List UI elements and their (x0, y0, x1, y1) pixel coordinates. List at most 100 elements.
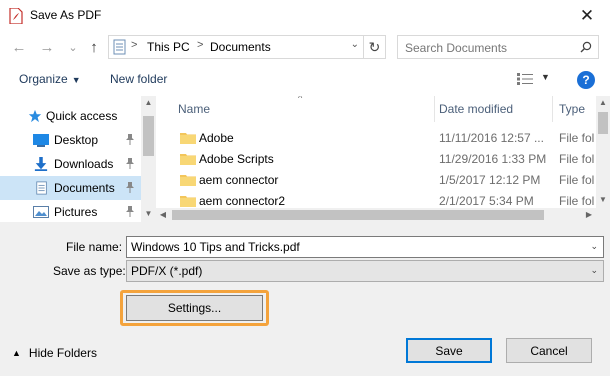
cancel-label: Cancel (530, 343, 568, 358)
scroll-down-icon[interactable]: ▼ (141, 209, 156, 218)
settings-label: Settings... (167, 301, 222, 315)
save-button[interactable]: Save (406, 338, 492, 363)
chevron-up-icon: ▲ (12, 348, 21, 358)
up-arrow-icon: ↑ (90, 38, 98, 56)
download-icon (34, 157, 48, 171)
refresh-button[interactable]: ↻ (364, 35, 386, 59)
address-bar[interactable]: > This PC > Documents ⌄ (108, 35, 364, 59)
scroll-up-icon[interactable]: ▲ (596, 98, 610, 107)
file-list-vertical-scrollbar[interactable]: ▲ ▼ (596, 96, 610, 222)
chevron-down-icon: ⌄ (68, 41, 78, 54)
column-header-label: Date modified (439, 102, 514, 116)
cancel-button[interactable]: Cancel (506, 338, 592, 363)
refresh-icon: ↻ (368, 38, 381, 55)
sidebar-item-label: Desktop (54, 133, 99, 147)
file-type: File fol (559, 194, 595, 208)
new-folder-button[interactable]: New folder (110, 72, 167, 86)
breadcrumb-this-pc[interactable]: This PC (147, 40, 190, 54)
save-form: File name: Windows 10 Tips and Tricks.pd… (0, 222, 610, 376)
file-type: File fol (559, 131, 595, 145)
dropdown-arrow-icon: ▼ (71, 75, 81, 85)
recent-locations-button[interactable]: ⌄ (63, 37, 83, 57)
scroll-up-icon[interactable]: ▲ (141, 98, 156, 107)
back-button[interactable]: ← (9, 37, 29, 57)
file-name-label: File name: (66, 240, 123, 254)
close-icon: ✕ (579, 5, 595, 25)
sidebar-item-downloads[interactable]: Downloads (0, 152, 141, 176)
hide-folders-toggle[interactable]: ▲ Hide Folders (12, 346, 97, 360)
save-as-type-select[interactable]: PDF/X (*.pdf) ⌄ (126, 260, 604, 282)
view-details-icon[interactable] (516, 72, 534, 86)
column-header-name[interactable]: Name (172, 96, 434, 122)
help-icon[interactable]: ? (577, 71, 595, 89)
documents-folder-icon (113, 39, 126, 55)
file-row[interactable]: Adobe 11/11/2016 12:57 ... File fol (156, 127, 596, 148)
scrollbar-thumb[interactable] (598, 112, 608, 134)
scrollbar-thumb[interactable] (172, 210, 544, 220)
chevron-down-icon[interactable]: ⌄ (590, 265, 598, 276)
file-name-field[interactable]: Windows 10 Tips and Tricks.pdf ⌄ (126, 236, 604, 258)
search-input[interactable]: Search Documents (397, 35, 599, 59)
file-type: File fol (559, 173, 595, 187)
navigation-bar: ← → ⌄ ↑ > This PC > Documents ⌄ ↻ Search… (0, 31, 610, 63)
file-date: 11/29/2016 1:33 PM (439, 152, 547, 166)
sidebar-item-label: Downloads (54, 157, 114, 171)
save-as-type-value: PDF/X (*.pdf) (131, 264, 203, 278)
scrollbar-thumb[interactable] (143, 116, 154, 156)
hide-folders-label: Hide Folders (28, 346, 97, 360)
pdf-icon (9, 8, 23, 24)
new-folder-label: New folder (110, 72, 168, 86)
close-button[interactable]: ✕ (564, 0, 610, 31)
up-button[interactable]: ↑ (84, 37, 104, 57)
chevron-down-icon[interactable]: ⌄ (590, 241, 598, 252)
column-header-label: Type (559, 102, 586, 116)
sidebar-item-label: Documents (54, 181, 115, 195)
pin-icon[interactable] (125, 157, 135, 169)
sidebar-item-desktop[interactable]: Desktop (0, 128, 141, 152)
file-row[interactable]: aem connector 1/5/2017 12:12 PM File fol (156, 169, 596, 190)
pictures-icon (33, 206, 49, 218)
view-dropdown-icon[interactable]: ▼ (541, 72, 550, 82)
file-date: 2/1/2017 5:34 PM (439, 194, 534, 208)
chevron-down-icon[interactable]: ⌄ (351, 39, 359, 50)
file-list-horizontal-scrollbar[interactable]: ◀ ▶ (156, 208, 596, 222)
sidebar-scrollbar[interactable]: ▲ ▼ (141, 96, 156, 222)
save-as-type-label: Save as type: (53, 264, 126, 278)
file-name-value: Windows 10 Tips and Tricks.pdf (131, 240, 300, 254)
file-name: aem connector2 (199, 194, 286, 208)
title-bar: Save As PDF ✕ (0, 0, 610, 31)
file-name: Adobe Scripts (199, 152, 274, 166)
pin-icon[interactable] (125, 133, 135, 145)
file-date: 11/11/2016 12:57 ... (439, 131, 544, 145)
sidebar-item-quick-access[interactable]: Quick access (0, 104, 141, 128)
file-list: ^ Name Date modified Type Adobe 11/11/20… (156, 96, 610, 222)
column-header-type[interactable]: Type (553, 96, 597, 122)
sidebar-item-label: Quick access (46, 109, 118, 123)
window-title: Save As PDF (30, 8, 102, 22)
documents-icon (36, 181, 47, 195)
save-label: Save (435, 343, 463, 358)
breadcrumb-documents[interactable]: Documents (210, 40, 271, 54)
navigation-pane: Quick access Desktop Downloads Documents (0, 96, 156, 222)
folder-icon (180, 175, 196, 186)
search-icon (580, 41, 592, 53)
help-glyph: ? (582, 73, 590, 87)
forward-button[interactable]: → (37, 37, 57, 57)
command-toolbar: Organize ▼ New folder ▼ ? (0, 63, 610, 96)
breadcrumb-separator: > (131, 39, 138, 51)
folder-icon (180, 133, 196, 144)
sidebar-item-pictures[interactable]: Pictures (0, 200, 141, 222)
pin-icon[interactable] (125, 181, 135, 193)
scroll-down-icon[interactable]: ▼ (596, 195, 610, 204)
sidebar-item-documents[interactable]: Documents (0, 176, 141, 200)
scroll-left-icon[interactable]: ◀ (156, 208, 170, 222)
column-header-date[interactable]: Date modified (433, 96, 551, 122)
organize-menu[interactable]: Organize ▼ (19, 72, 81, 86)
pin-icon[interactable] (125, 205, 135, 217)
organize-label: Organize (19, 72, 68, 86)
settings-button[interactable]: Settings... (126, 295, 263, 321)
folder-icon (180, 196, 196, 207)
forward-arrow-icon: → (39, 38, 55, 56)
file-row[interactable]: Adobe Scripts 11/29/2016 1:33 PM File fo… (156, 148, 596, 169)
scroll-right-icon[interactable]: ▶ (582, 208, 596, 222)
